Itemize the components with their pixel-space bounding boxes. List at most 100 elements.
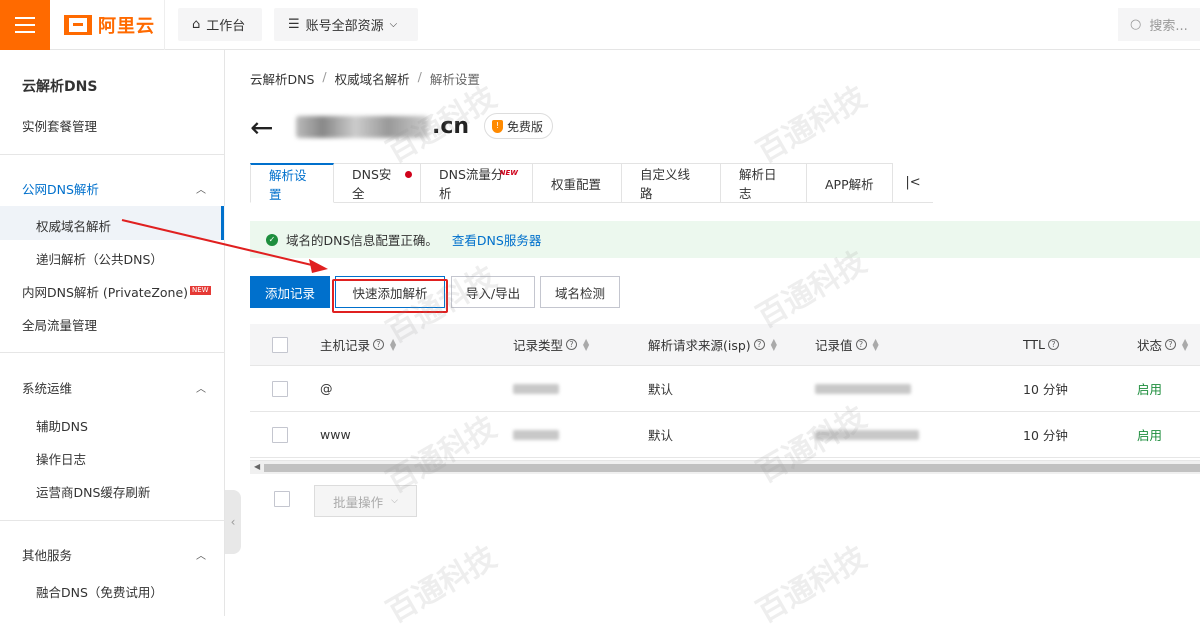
status-badge: 启用 (1137, 428, 1163, 443)
row-checkbox[interactable] (272, 380, 288, 397)
notification-dot (405, 171, 412, 178)
table-row: @ 默认 10 分钟 启用 (250, 366, 1200, 412)
sort-icon: ▲ ▼ (583, 336, 590, 352)
new-badge: NEW (499, 169, 518, 177)
sidebar-item-authoritative[interactable]: 权威域名解析 (36, 216, 111, 235)
chevron-up-icon[interactable]: ︿ (196, 181, 206, 196)
blurred-domain-name (296, 115, 428, 138)
sort-icon: ▲ ▼ (1182, 336, 1189, 352)
blurred-type (513, 383, 559, 394)
sidebar-group-other[interactable]: 其他服务 (22, 545, 72, 564)
col-ttl: TTL? (1023, 324, 1060, 365)
cell-ttl: 10 分钟 (1023, 382, 1068, 397)
sidebar-item-secondary-dns[interactable]: 辅助DNS (36, 416, 88, 435)
sidebar-item-global-traffic[interactable]: 全局流量管理 (22, 315, 97, 334)
sidebar: 云解析DNS 实例套餐管理 公网DNS解析 ︿ 权威域名解析 递归解析（公共DN… (0, 50, 225, 616)
cell-isp: 默认 (648, 428, 674, 443)
horizontal-scrollbar[interactable]: ◀ (250, 460, 1200, 474)
shield-icon: ! (492, 119, 503, 133)
domain-check-button[interactable]: 域名检测 (540, 276, 620, 308)
tab-dns-security[interactable]: DNS安全 (334, 163, 421, 203)
logo-text: 阿里云 (98, 16, 155, 37)
cell-isp: 默认 (648, 382, 674, 397)
tab-weight-config[interactable]: 权重配置 (533, 163, 622, 203)
resources-dropdown[interactable]: ☰ 账号全部资源 ⌵ (274, 8, 418, 41)
col-isp[interactable]: 解析请求来源(isp)? ▲ ▼ (648, 324, 777, 365)
sidebar-item-fusion-dns[interactable]: 融合DNS（免费试用） (36, 582, 163, 601)
col-type[interactable]: 记录类型? ▲ ▼ (513, 324, 589, 365)
scroll-left-icon[interactable]: ◀ (254, 462, 260, 471)
tab-bar: 解析设置 DNS安全 DNS流量分析 NEW 权重配置 自定义线路 解析日志 AP… (250, 163, 933, 203)
scrollbar-thumb[interactable] (264, 464, 1200, 472)
col-status[interactable]: 状态? ▲ ▼ (1137, 324, 1188, 365)
home-icon: ⌂ (192, 17, 201, 32)
col-host[interactable]: 主机记录? ▲ ▼ (320, 324, 396, 365)
list-icon: ☰ (288, 17, 300, 32)
sidebar-item-instance[interactable]: 实例套餐管理 (22, 116, 97, 135)
col-value[interactable]: 记录值? ▲ ▼ (815, 324, 879, 365)
new-badge: NEW (190, 286, 211, 295)
annotation-highlight (332, 279, 448, 313)
menu-icon[interactable] (0, 0, 50, 50)
batch-operation-dropdown[interactable]: 批量操作 ⌵ (314, 485, 417, 517)
search-icon: ○ (1130, 17, 1142, 32)
sidebar-group-public-dns[interactable]: 公网DNS解析 (22, 179, 99, 198)
search-input[interactable]: ○ 搜索... (1118, 8, 1200, 41)
sidebar-item-private-zone[interactable]: 内网DNS解析 (PrivateZone) (22, 282, 188, 301)
tab-traffic-analysis[interactable]: DNS流量分析 NEW (421, 163, 533, 203)
cell-ttl: 10 分钟 (1023, 428, 1068, 443)
blurred-value (815, 429, 919, 440)
help-icon: ? (566, 339, 578, 350)
view-dns-servers-link[interactable]: 查看DNS服务器 (452, 230, 541, 249)
sidebar-group-ops[interactable]: 系统运维 (22, 378, 72, 397)
sidebar-item-cache-refresh[interactable]: 运营商DNS缓存刷新 (36, 482, 150, 501)
chevron-down-icon: ⌵ (389, 19, 398, 30)
chevron-up-icon[interactable]: ︿ (196, 547, 206, 562)
chevron-down-icon: ⌵ (391, 496, 398, 506)
status-badge: 启用 (1137, 382, 1163, 397)
tab-app-resolve[interactable]: APP解析 (807, 163, 893, 203)
records-table: 主机记录? ▲ ▼ 记录类型? ▲ ▼ 解析请求来源(isp)? ▲ ▼ 记录值? ▲ ▼ TT… (250, 324, 1200, 458)
cell-host: www (320, 427, 351, 442)
back-arrow-icon[interactable]: ← (250, 114, 273, 142)
help-icon: ? (1165, 339, 1177, 350)
breadcrumb-item[interactable]: 云解析DNS (250, 69, 314, 88)
help-icon: ? (373, 339, 385, 350)
breadcrumb: 云解析DNS / 权威域名解析 / 解析设置 (250, 69, 480, 88)
sidebar-item-recursive[interactable]: 递归解析（公共DNS） (36, 249, 163, 268)
sort-icon: ▲ ▼ (390, 336, 397, 352)
tab-resolve-settings[interactable]: 解析设置 (250, 163, 334, 203)
batch-select-checkbox[interactable] (274, 491, 290, 507)
logo-mark-icon (64, 15, 92, 35)
table-row: www 默认 10 分钟 启用 (250, 412, 1200, 458)
sort-icon: ▲ ▼ (872, 336, 879, 352)
tab-scroll-left-icon[interactable]: |< (893, 163, 933, 203)
table-header: 主机记录? ▲ ▼ 记录类型? ▲ ▼ 解析请求来源(isp)? ▲ ▼ 记录值? ▲ ▼ TT… (250, 324, 1200, 366)
main-content: 云解析DNS / 权威域名解析 / 解析设置 ← .cn ! 免费版 解析设置 … (226, 50, 1200, 616)
top-bar: 阿里云 ⌂ 工作台 ☰ 账号全部资源 ⌵ ○ 搜索... (0, 0, 1200, 50)
blurred-value (815, 383, 911, 394)
status-notice: ✓ 域名的DNS信息配置正确。 查看DNS服务器 (250, 221, 1200, 258)
select-all-checkbox[interactable] (272, 336, 288, 353)
blurred-type (513, 429, 559, 440)
tab-custom-line[interactable]: 自定义线路 (622, 163, 721, 203)
cell-host: @ (320, 381, 333, 396)
domain-title: .cn (296, 114, 469, 139)
edition-badge: ! 免费版 (484, 113, 554, 139)
row-checkbox[interactable] (272, 426, 288, 443)
sidebar-title: 云解析DNS (22, 79, 98, 95)
sidebar-item-op-log[interactable]: 操作日志 (36, 449, 86, 468)
help-icon: ? (1048, 339, 1060, 350)
add-record-button[interactable]: 添加记录 (250, 276, 330, 308)
import-export-button[interactable]: 导入/导出 (451, 276, 535, 308)
help-icon: ? (753, 339, 765, 350)
workbench-button[interactable]: ⌂ 工作台 (178, 8, 262, 41)
aliyun-logo[interactable]: 阿里云 (64, 13, 155, 37)
sort-icon: ▲ ▼ (770, 336, 777, 352)
chevron-up-icon[interactable]: ︿ (196, 380, 206, 395)
breadcrumb-item: 解析设置 (429, 72, 480, 87)
help-icon: ? (855, 339, 867, 350)
check-circle-icon: ✓ (266, 233, 278, 246)
breadcrumb-item[interactable]: 权威域名解析 (335, 69, 410, 88)
tab-resolve-log[interactable]: 解析日志 (721, 163, 807, 203)
